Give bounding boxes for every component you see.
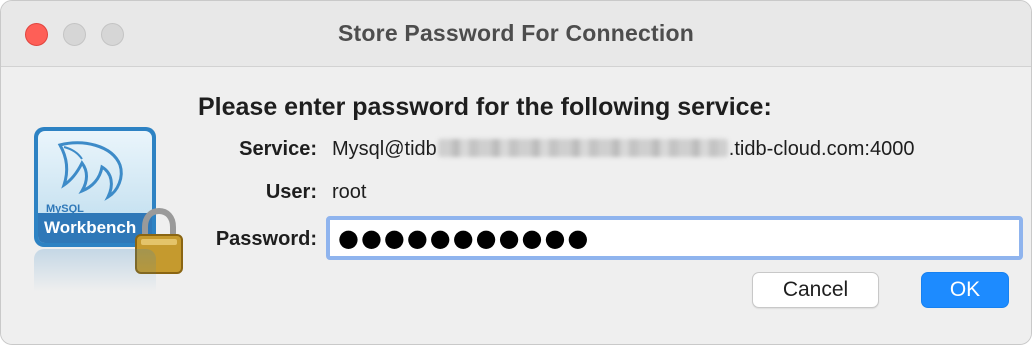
user-value: root <box>332 181 367 203</box>
password-input[interactable] <box>326 216 1023 260</box>
service-value-prefix: Mysql@tidb <box>332 138 437 160</box>
logo-workbench-text: Workbench <box>44 218 137 237</box>
cancel-button[interactable]: Cancel <box>752 272 879 308</box>
logo-reflection <box>34 249 156 299</box>
password-label: Password: <box>215 228 317 250</box>
dialog-heading: Please enter password for the following … <box>198 93 772 121</box>
ok-button[interactable]: OK <box>921 272 1009 308</box>
service-value-suffix: .tidb-cloud.com:4000 <box>728 138 915 160</box>
user-label: User: <box>265 181 317 203</box>
redacted-text <box>437 139 728 157</box>
title-bar[interactable]: Store Password For Connection <box>1 1 1031 67</box>
service-value: Mysql@tidb .tidb-cloud.com:4000 <box>332 138 914 161</box>
dialog-window: Store Password For Connection MySQL Work… <box>0 0 1032 345</box>
window-title: Store Password For Connection <box>338 20 694 46</box>
service-label: Service: <box>239 138 317 160</box>
mysql-workbench-logo: MySQL Workbench <box>31 125 191 344</box>
dialog-content: MySQL Workbench Please enter password fo… <box>1 67 1031 344</box>
